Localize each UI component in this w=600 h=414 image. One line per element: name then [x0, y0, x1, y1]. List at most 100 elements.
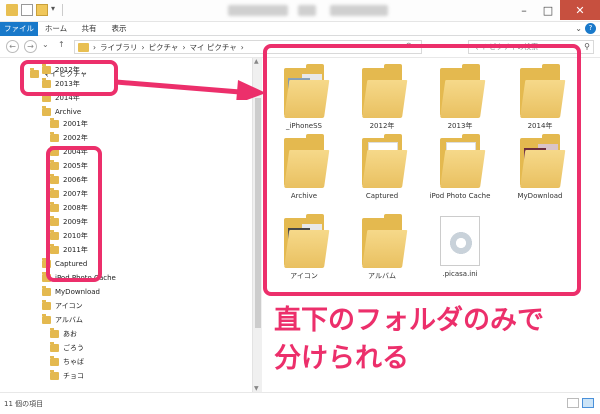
tree-item-label: 2012年: [55, 66, 80, 74]
tree-item[interactable]: 2011年: [50, 244, 88, 256]
tree-item-label: アイコン: [55, 302, 83, 310]
up-button[interactable]: ↑: [58, 40, 65, 49]
breadcrumb-separator: ›: [93, 42, 96, 52]
quick-access-toolbar: ▾: [6, 4, 63, 18]
scroll-thumb[interactable]: [255, 98, 261, 328]
tree-item[interactable]: ちゃば: [50, 356, 84, 368]
settings-file-icon: [440, 216, 480, 266]
tree-item-label: iPod Photo Cache: [55, 274, 116, 282]
folder-icon: [42, 64, 51, 74]
tree-item-label: 2007年: [63, 190, 88, 198]
search-icon[interactable]: ⚲: [584, 41, 590, 53]
folder-item[interactable]: MyDownload: [502, 134, 578, 201]
divider: [62, 4, 63, 16]
folder-item[interactable]: アルバム: [344, 214, 420, 281]
search-placeholder: マイ ピクチャの検索: [473, 43, 539, 51]
breadcrumb-item[interactable]: マイ ピクチャ: [189, 42, 236, 53]
folder-item[interactable]: 2014年: [502, 64, 578, 131]
item-label: MyDownload: [517, 192, 563, 200]
folder-item[interactable]: アイコン: [266, 214, 342, 281]
folder-item[interactable]: _iPhoneSS: [266, 64, 342, 131]
file-item[interactable]: .picasa.ini: [422, 214, 498, 279]
new-folder-icon[interactable]: [36, 4, 48, 16]
details-view-button[interactable]: [567, 398, 579, 408]
minimize-button[interactable]: –: [512, 0, 536, 20]
folder-item[interactable]: Archive: [266, 134, 342, 201]
tree-item[interactable]: 2012年: [42, 64, 80, 76]
tree-item[interactable]: 2005年: [50, 160, 88, 172]
tree-item-label: Archive: [55, 108, 82, 116]
tree-item-label: 2008年: [63, 204, 88, 212]
properties-icon[interactable]: [21, 4, 33, 16]
title-bar: ▾ – □ ✕: [0, 0, 600, 22]
large-icons-view-button[interactable]: [582, 398, 594, 408]
back-button[interactable]: ←: [6, 40, 19, 53]
folder-icon: [50, 202, 59, 212]
expand-ribbon-icon[interactable]: ⌄: [575, 24, 582, 33]
folder-icon: [50, 188, 59, 198]
folder-icon: [280, 214, 330, 268]
folder-icon: [42, 106, 51, 116]
tree-item[interactable]: Captured: [42, 258, 87, 270]
tab-view[interactable]: 表示: [108, 22, 130, 36]
tree-item-label: 2014年: [55, 94, 80, 102]
tree-item[interactable]: アルバム: [42, 314, 83, 326]
refresh-icon[interactable]: ⟳: [406, 41, 413, 50]
tree-item[interactable]: 2010年: [50, 230, 88, 242]
item-label: アルバム: [368, 272, 396, 280]
tree-item[interactable]: あお: [50, 328, 77, 340]
folder-item[interactable]: 2013年: [422, 64, 498, 131]
tree-item[interactable]: 2004年: [50, 146, 88, 158]
tree-item[interactable]: 2009年: [50, 216, 88, 228]
item-label: 2012年: [369, 122, 395, 130]
folder-icon: [50, 132, 59, 142]
tree-item[interactable]: 2007年: [50, 188, 88, 200]
tab-home[interactable]: ホーム: [42, 22, 70, 36]
folder-item[interactable]: iPod Photo Cache: [422, 134, 498, 201]
close-button[interactable]: ✕: [560, 0, 600, 20]
folder-icon: [50, 118, 59, 128]
maximize-button[interactable]: □: [536, 0, 560, 20]
breadcrumb-item[interactable]: ピクチャ: [149, 42, 179, 53]
tab-share[interactable]: 共有: [78, 22, 100, 36]
nav-scrollbar[interactable]: ▲ ▼: [252, 58, 262, 392]
tree-item[interactable]: ごろう: [50, 342, 84, 354]
status-bar: 11 個の項目: [0, 392, 600, 414]
folder-icon: [42, 258, 51, 268]
search-input[interactable]: マイ ピクチャの検索 ⚲: [468, 40, 594, 54]
folder-item[interactable]: 2012年: [344, 64, 420, 131]
tree-item[interactable]: 2013年: [42, 78, 80, 90]
folder-item[interactable]: Captured: [344, 134, 420, 201]
tree-item[interactable]: 2014年: [42, 92, 80, 104]
address-path[interactable]: › ライブラリ › ピクチャ › マイ ピクチャ ›: [74, 40, 422, 54]
item-count: 11 個の項目: [4, 400, 44, 408]
folder-icon: [436, 64, 486, 118]
tree-item[interactable]: 2001年: [50, 118, 88, 130]
breadcrumb-item[interactable]: ライブラリ: [100, 42, 138, 53]
forward-button[interactable]: →: [24, 40, 37, 53]
tree-item-label: MyDownload: [55, 288, 100, 296]
tab-file[interactable]: ファイル: [0, 22, 38, 36]
tree-item[interactable]: iPod Photo Cache: [42, 272, 116, 284]
recent-locations-icon[interactable]: ⌄: [42, 40, 49, 49]
folder-icon: [50, 342, 59, 352]
annotation-arrow: [115, 79, 266, 100]
tree-item[interactable]: MyDownload: [42, 286, 100, 298]
tree-item[interactable]: 2002年: [50, 132, 88, 144]
folder-icon: [42, 300, 51, 310]
tree-item[interactable]: Archive: [42, 106, 81, 118]
tree-item-label: ごろう: [63, 344, 84, 352]
folder-icon: [358, 214, 408, 268]
tree-item[interactable]: 2006年: [50, 174, 88, 186]
folder-icon: [516, 64, 566, 118]
folder-icon: [50, 356, 59, 366]
chevron-down-icon[interactable]: ▾: [51, 4, 59, 16]
folder-icon: [50, 174, 59, 184]
item-label: 2014年: [527, 122, 553, 130]
scroll-down-icon[interactable]: ▼: [254, 385, 259, 392]
blurred-title: [330, 5, 388, 16]
help-icon[interactable]: ?: [585, 23, 596, 34]
tree-item[interactable]: チョコ: [50, 370, 84, 382]
tree-item[interactable]: アイコン: [42, 300, 83, 312]
tree-item[interactable]: 2008年: [50, 202, 88, 214]
